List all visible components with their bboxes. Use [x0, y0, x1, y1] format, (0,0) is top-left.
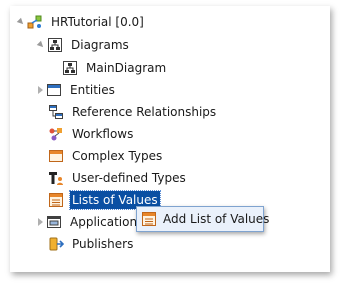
relationships-icon	[48, 104, 64, 120]
context-menu: Add List of Values	[136, 206, 269, 232]
tree-item-reference-relationships[interactable]: Reference Relationships	[48, 102, 218, 122]
publishers-icon	[48, 236, 65, 252]
tree-root[interactable]: HRTutorial [0.0]	[16, 12, 146, 32]
tree-item-workflows[interactable]: Workflows	[48, 124, 135, 144]
user-types-icon	[48, 170, 64, 186]
tree-item-maindiagram[interactable]: MainDiagram	[62, 58, 168, 78]
menu-item-label: Add List of Values	[163, 212, 270, 226]
project-icon	[27, 14, 43, 30]
complex-types-icon	[48, 148, 64, 164]
tree-item-label: Applications	[70, 215, 144, 229]
expand-arrow-icon[interactable]	[38, 218, 43, 226]
tree-root-label: HRTutorial [0.0]	[51, 15, 144, 29]
collapse-arrow-icon[interactable]	[16, 17, 26, 27]
tree-item-user-defined-types[interactable]: User-defined Types	[48, 168, 188, 188]
tree-item-entities[interactable]: Entities	[38, 80, 117, 100]
applications-icon	[46, 214, 62, 230]
model-tree-panel: HRTutorial [0.0] Diagrams MainDiagram En…	[10, 6, 330, 272]
menu-item-add-list-of-values[interactable]: Add List of Values	[141, 209, 269, 229]
expand-arrow-icon[interactable]	[38, 86, 43, 94]
tree-item-label: Diagrams	[71, 38, 129, 52]
tree-item-label: Complex Types	[72, 149, 163, 163]
tree-item-complex-types[interactable]: Complex Types	[48, 146, 164, 166]
tree-item-label: User-defined Types	[72, 171, 186, 185]
tree-item-label: Workflows	[72, 127, 134, 141]
tree-item-label: MainDiagram	[86, 61, 167, 75]
entities-icon	[46, 82, 62, 98]
tree-item-label: Reference Relationships	[72, 105, 217, 119]
tree-item-label: Publishers	[72, 237, 134, 251]
diagram-icon	[62, 60, 78, 76]
tree-item-applications[interactable]: Applications	[38, 212, 145, 232]
lists-of-values-icon	[48, 192, 64, 208]
list-of-values-icon	[141, 211, 157, 227]
workflows-icon	[48, 126, 64, 142]
collapse-arrow-icon[interactable]	[36, 40, 46, 50]
tree-item-diagrams[interactable]: Diagrams	[36, 35, 131, 55]
diagrams-icon	[47, 37, 63, 53]
tree-item-label: Entities	[70, 83, 115, 97]
tree-item-publishers[interactable]: Publishers	[48, 234, 135, 254]
